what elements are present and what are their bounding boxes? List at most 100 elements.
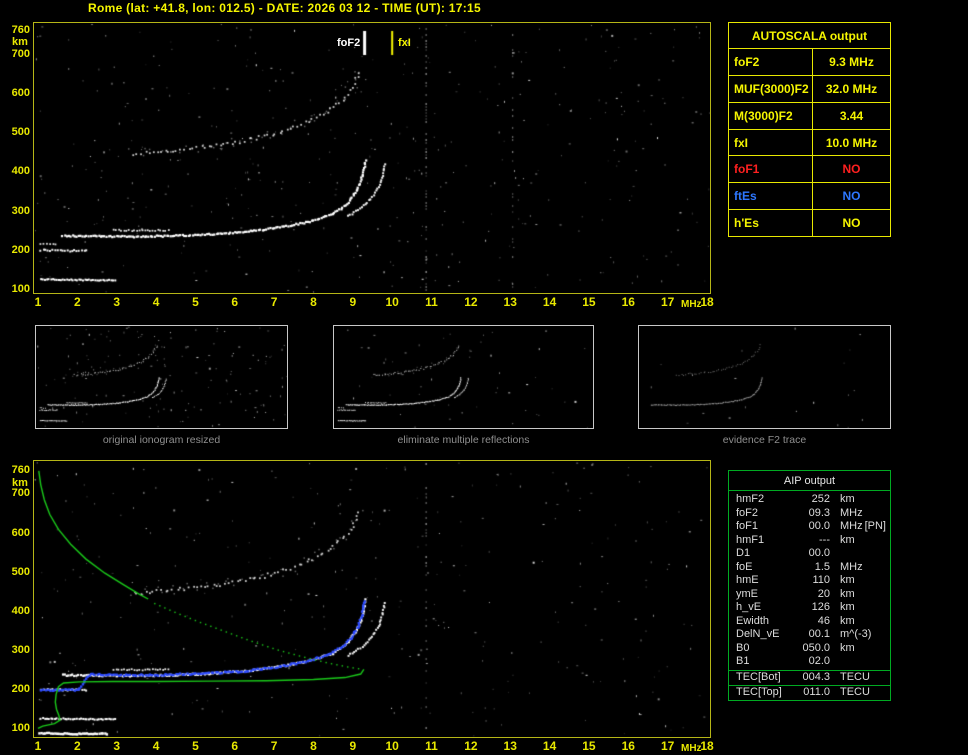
aip-row-TEC[Top]: TEC[Top] 011.0 TECU [729, 686, 890, 700]
aip-row-B1: B1 02.0 [729, 655, 890, 669]
y-axis-tick: 760 [11, 24, 30, 36]
x-axis-tick: 9 [349, 739, 357, 753]
aip-param-unit: km [840, 574, 855, 586]
top-ionogram-plot [33, 22, 711, 294]
x-axis-tick: 2 [74, 739, 81, 753]
aip-param-name: ymE [736, 587, 758, 600]
x-axis-tick: 3 [113, 295, 121, 309]
y-axis-tick: 700 [11, 47, 30, 60]
x-axis-tick: 17 [660, 739, 675, 753]
aip-param-value: 20 [817, 587, 830, 600]
autoscala-row-M(3000)F2: M(3000)F2 3.44 [729, 102, 890, 130]
x-axis-tick: 18 [700, 739, 714, 753]
aip-param-unit: m^(-3) [840, 628, 872, 640]
x-axis-tick: 5 [192, 739, 199, 753]
aip-param-value: 00.0 [808, 547, 830, 559]
thumbnail-caption-original: original ionogram resized [102, 434, 221, 446]
thumbnail-eliminate-canvas [334, 326, 593, 428]
x-axis-tick: 11 [425, 739, 438, 753]
x-axis-tick: 11 [425, 295, 438, 309]
aip-param-value: 252 [811, 493, 830, 505]
x-axis-tick: 8 [310, 295, 317, 309]
aip-param-value: 09.3 [808, 506, 830, 519]
aip-param-flag: [PN] [864, 520, 886, 532]
autoscala-param-value: 10.0 MHz [825, 135, 878, 150]
autoscala-param-label: h'Es [729, 210, 813, 237]
aip-param-name: TEC[Top] [736, 686, 782, 698]
aip-param-value: --- [819, 533, 830, 546]
aip-row-hmF1: hmF1 --- km [729, 534, 890, 548]
thumbnail-eliminate-reflections [333, 325, 594, 429]
x-axis-tick: 14 [542, 295, 557, 309]
aip-row-Ewidth: Ewidth 46 km [729, 615, 890, 629]
autoscala-table-rows: foF2 9.3 MHz MUF(3000)F2 32.0 MHz M(3000)F2 3… [729, 49, 890, 237]
autoscala-param-label: foF1 [729, 156, 813, 183]
y-axis-tick: 200 [11, 243, 30, 256]
bottom-ionogram-canvas [34, 461, 710, 737]
autoscala-param-value: NO [842, 162, 861, 177]
x-axis-tick: 4 [152, 739, 160, 753]
aip-row-foF2: foF2 09.3 MHz [729, 507, 890, 521]
aip-param-value: 46 [817, 614, 830, 627]
x-axis-tick: 6 [231, 295, 239, 309]
aip-param-name: foE [736, 560, 753, 573]
x-axis-tick: 7 [270, 739, 278, 753]
aip-param-name: hmE [736, 574, 759, 586]
autoscala-row-h'Es: h'Es NO [729, 210, 890, 237]
x-axis-tick: 10 [385, 739, 399, 753]
aip-row-TEC[Bot]: TEC[Bot] 004.3 TECU [729, 671, 890, 685]
x-axis-tick: 4 [152, 295, 160, 309]
aip-row-B0: B0 050.0 km [729, 642, 890, 656]
aip-param-name: h_vE [736, 601, 762, 613]
aip-output-table: AIP output hmF2 252 km foF2 09.3 MHz foF1 00.0 M… [728, 470, 891, 701]
aip-param-unit: MHz [840, 506, 863, 519]
aip-row-hmF2: hmF2 252 km [729, 493, 890, 507]
y-axis-tick: 400 [11, 604, 30, 617]
y-axis-tick: 300 [11, 643, 30, 656]
aip-param-value: 1.5 [814, 560, 830, 573]
autoscala-row-fxI: fxI 10.0 MHz [729, 129, 890, 157]
y-axis-tick: 700 [11, 487, 30, 500]
aip-row-h_vE: h_vE 126 km [729, 601, 890, 615]
x-axis-tick: 7 [270, 295, 278, 309]
aip-param-name: B1 [736, 655, 750, 667]
aip-param-unit: km [840, 614, 855, 627]
y-axis-tick: 500 [11, 126, 30, 139]
aip-param-unit: MHz [840, 520, 863, 532]
y-axis-tick: 760 [11, 464, 30, 476]
y-axis-tick: 200 [11, 682, 30, 695]
autoscala-param-value: NO [842, 189, 861, 204]
x-axis-tick: 1 [34, 295, 42, 309]
aip-row-foE: foE 1.5 MHz [729, 561, 890, 575]
autoscala-output-table: AUTOSCALA output foF2 9.3 MHz MUF(3000)F2 3… [728, 22, 891, 237]
y-axis-tick: 600 [11, 86, 30, 99]
x-axis-tick: 8 [310, 739, 317, 753]
autoscala-table-title: AUTOSCALA output [729, 23, 890, 49]
y-axis-tick: 600 [11, 526, 30, 539]
aip-param-value: 050.0 [802, 641, 830, 654]
x-axis-tick: 5 [192, 295, 199, 309]
y-axis-tick: 100 [11, 283, 30, 295]
autoscala-param-value: NO [842, 216, 861, 231]
x-axis-tick: 14 [542, 739, 557, 753]
aip-param-value: 00.0 [808, 520, 830, 532]
aip-param-name: hmF2 [736, 493, 765, 505]
y-axis-tick: 500 [11, 565, 30, 578]
aip-param-value: 00.1 [808, 628, 830, 640]
aip-param-value: 110 [812, 574, 830, 586]
aip-param-name: TEC[Bot] [736, 670, 781, 683]
x-axis-tick: 9 [349, 295, 357, 309]
x-axis-tick: 6 [231, 739, 239, 753]
autoscala-screen: Rome (lat: +41.8, lon: 012.5) - DATE: 20… [0, 0, 968, 755]
thumbnail-evidence-f2 [638, 325, 891, 429]
aip-param-name: B0 [736, 641, 750, 654]
aip-param-unit: TECU [840, 670, 870, 683]
x-axis-tick: 1 [34, 739, 42, 753]
aip-row-D1: D1 00.0 [729, 547, 890, 561]
aip-param-value: 011.0 [803, 686, 830, 698]
x-axis-tick: 2 [74, 295, 81, 309]
aip-param-name: Ewidth [736, 614, 770, 627]
x-axis-tick: 15 [582, 295, 596, 309]
autoscala-param-label: M(3000)F2 [729, 102, 813, 129]
top-ionogram-canvas [34, 23, 710, 293]
